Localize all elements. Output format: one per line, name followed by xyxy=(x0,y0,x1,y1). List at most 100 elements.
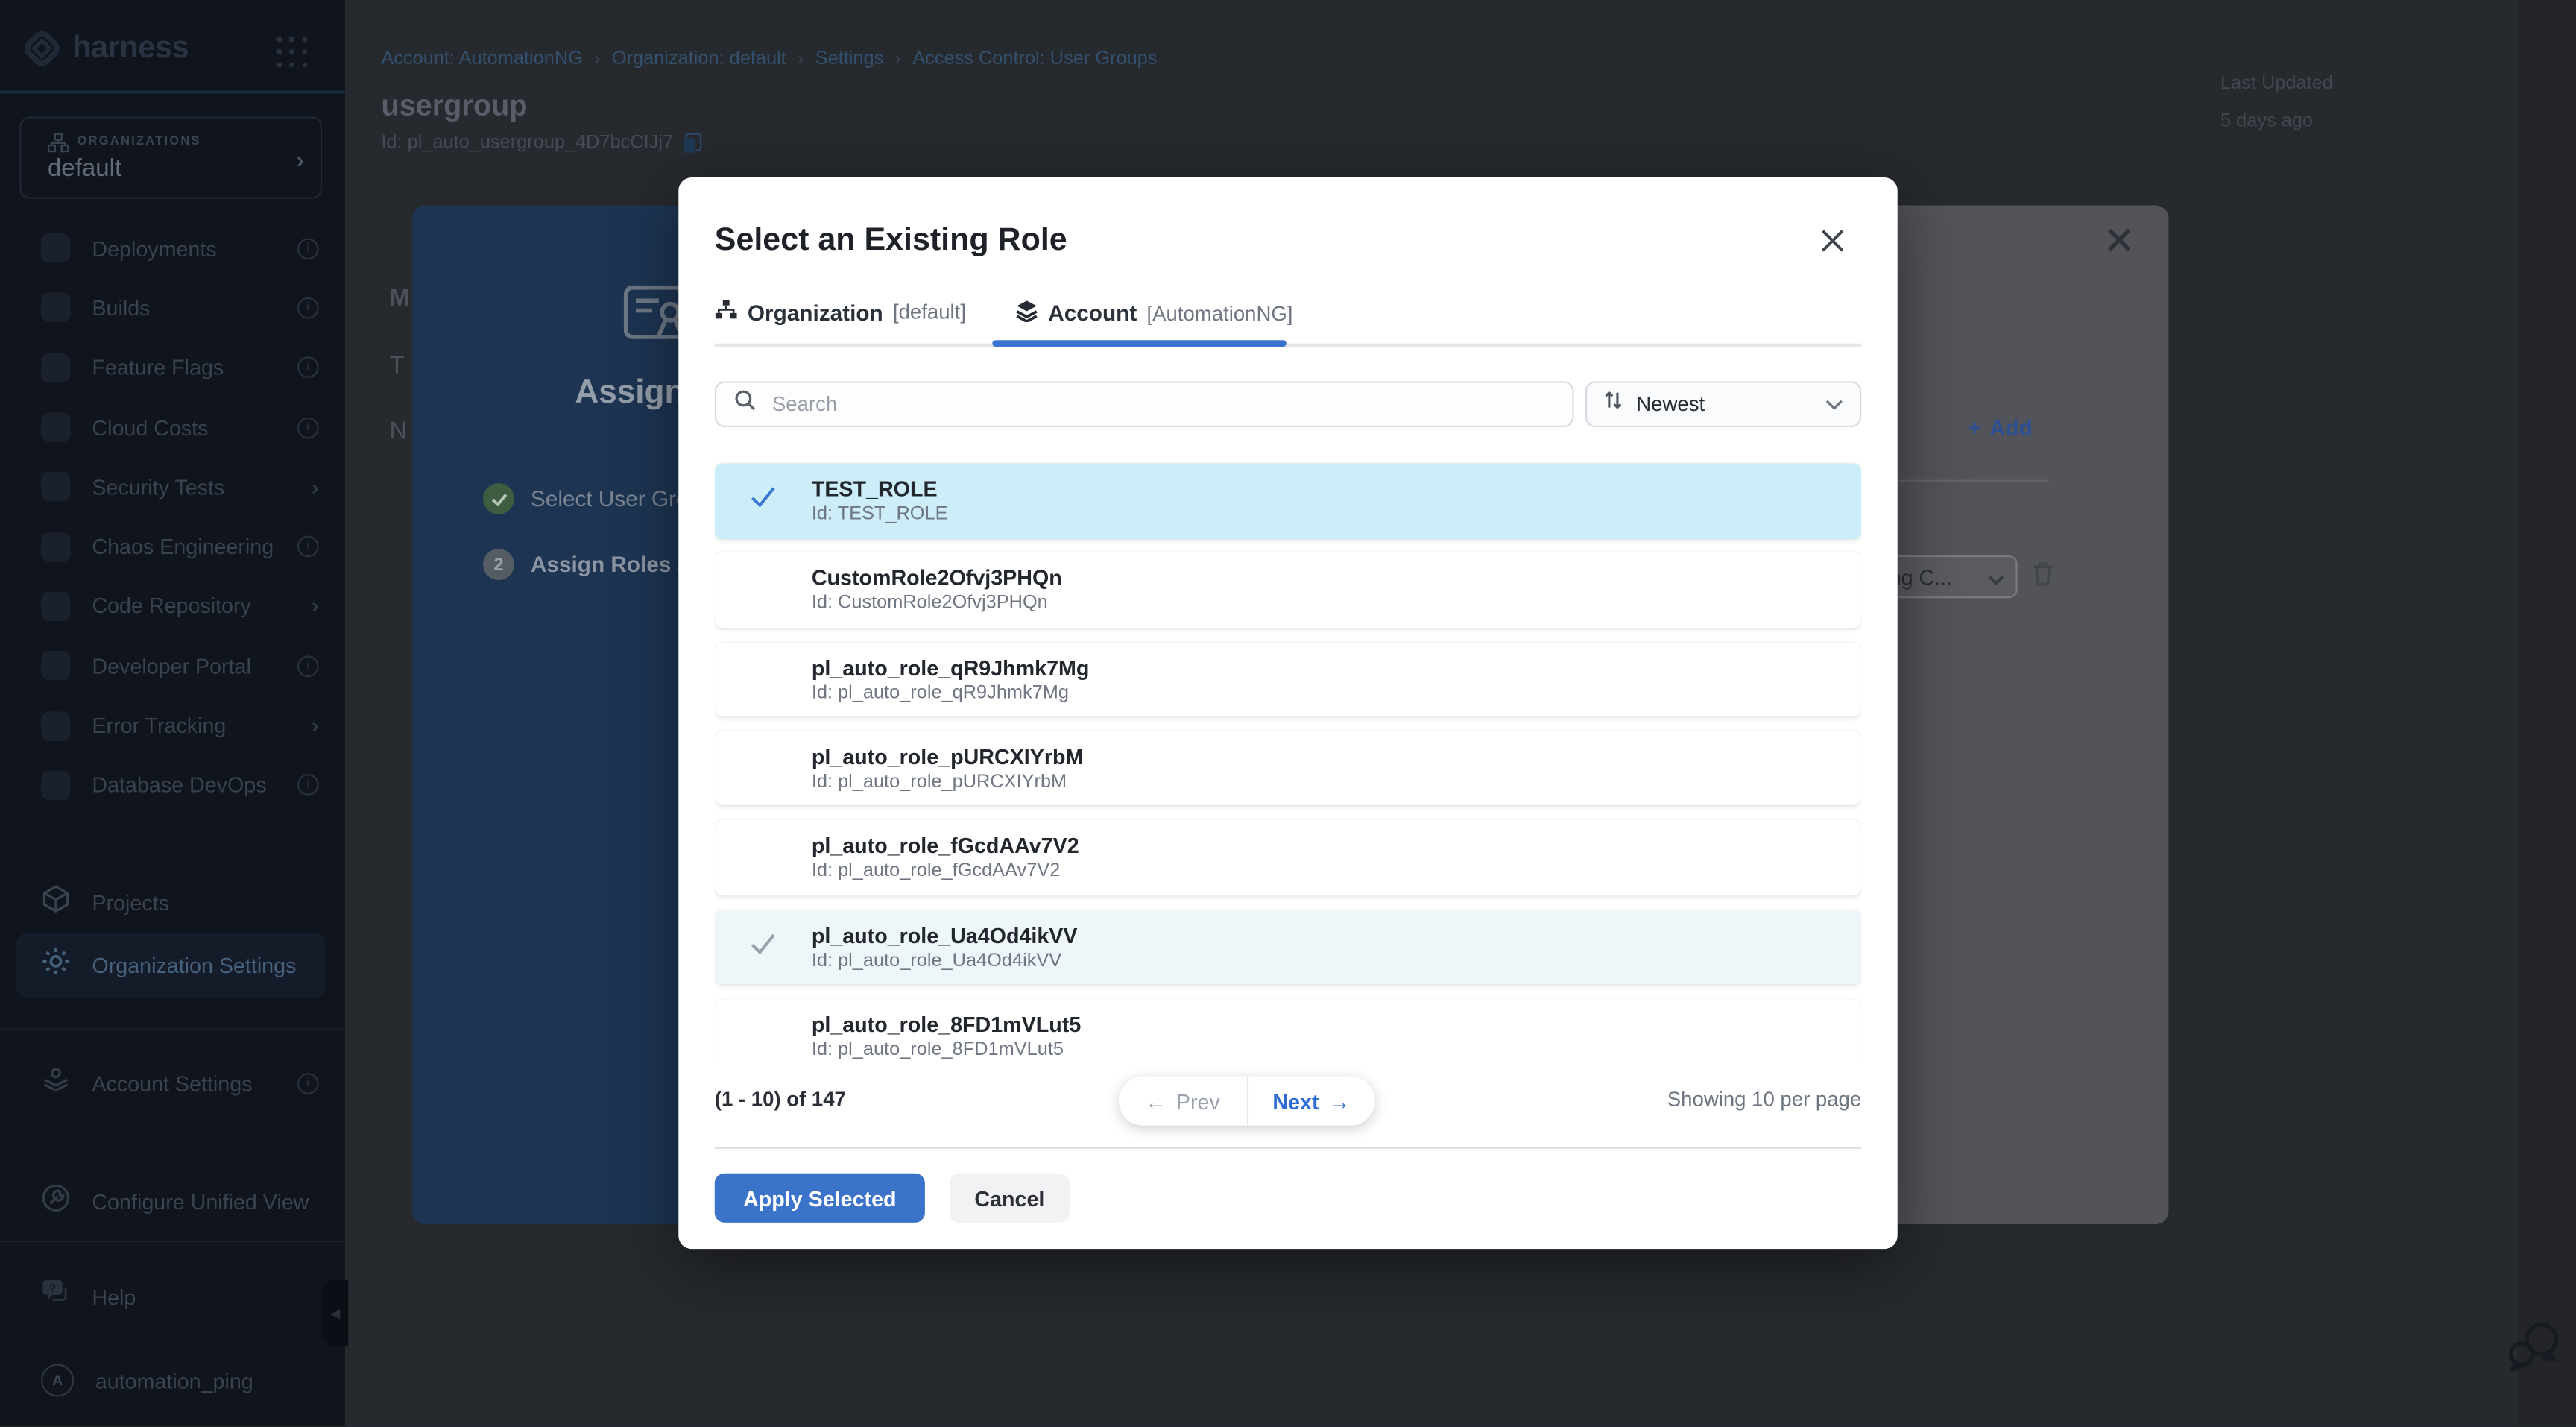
last-updated: Last Updated 5 days ago xyxy=(2220,66,2333,141)
arrow-right-icon: → xyxy=(1329,1089,1351,1113)
svg-text:?: ? xyxy=(49,1282,56,1295)
clipped-text-fragment: T xyxy=(389,352,414,379)
sidebar: harness ORGANIZATIONS default › Deployme… xyxy=(0,0,345,1426)
breadcrumb-account[interactable]: Account: AutomationNG xyxy=(381,49,583,69)
add-role-button[interactable]: + Add xyxy=(1968,416,2032,441)
info-icon[interactable]: i xyxy=(297,536,319,558)
chat-support-icon[interactable] xyxy=(2507,1320,2563,1381)
divider xyxy=(0,1029,345,1030)
chevron-right-icon: › xyxy=(312,714,319,738)
sidebar-item-database-devops[interactable]: Database DevOps i xyxy=(0,755,345,815)
chevron-right-icon: › xyxy=(594,49,600,69)
sidebar-item-developer-portal[interactable]: Developer Portal i xyxy=(0,636,345,696)
cloud-costs-icon xyxy=(41,412,71,442)
info-icon[interactable]: i xyxy=(297,775,319,796)
copy-icon[interactable] xyxy=(683,133,701,153)
wizard-step-2-label: Assign Roles an xyxy=(531,552,703,577)
sidebar-item-cloud-costs[interactable]: Cloud Costs i xyxy=(0,397,345,457)
role-row[interactable]: pl_auto_role_pURCXIYrbM Id: pl_auto_role… xyxy=(715,731,1861,806)
role-row[interactable]: CustomRole2Ofvj3PHQn Id: CustomRole2Ofvj… xyxy=(715,552,1861,627)
search-input[interactable] xyxy=(769,391,1573,418)
breadcrumb: Account: AutomationNG › Organization: defa… xyxy=(381,49,1157,69)
chevron-right-icon: › xyxy=(798,49,804,69)
divider xyxy=(0,90,345,93)
info-icon[interactable]: i xyxy=(297,417,319,438)
last-updated-label: Last Updated xyxy=(2220,66,2333,104)
role-row[interactable]: pl_auto_role_Ua4Od4ikVV Id: pl_auto_role… xyxy=(715,910,1861,984)
role-row[interactable]: pl_auto_role_qR9Jhmk7Mg Id: pl_auto_role… xyxy=(715,642,1861,716)
chevron-down-icon xyxy=(1825,389,1843,419)
sidebar-nav: Deployments i Builds i Feature Flags i C… xyxy=(0,218,345,815)
apply-selected-button[interactable]: Apply Selected xyxy=(715,1174,925,1223)
layers-gear-icon xyxy=(41,1064,71,1102)
org-switcher[interactable]: ORGANIZATIONS default › xyxy=(19,116,322,198)
sidebar-collapse-handle[interactable]: ◀ xyxy=(322,1280,348,1346)
sidebar-item-organization-settings[interactable]: Organization Settings xyxy=(16,933,325,998)
modal-title: Select an Existing Role xyxy=(715,222,1067,260)
last-updated-value: 5 days ago xyxy=(2220,104,2333,142)
gear-icon xyxy=(41,947,71,985)
wizard-step-2[interactable]: 2 Assign Roles an xyxy=(483,549,703,580)
sidebar-item-configure-unified-view[interactable]: Configure Unified View xyxy=(0,1172,345,1231)
sidebar-item-security-tests[interactable]: Security Tests › xyxy=(0,457,345,517)
info-icon[interactable]: i xyxy=(297,297,319,319)
modal-close-icon[interactable] xyxy=(1820,228,1845,253)
org-switcher-label: ORGANIZATIONS xyxy=(78,133,201,148)
layers-icon xyxy=(1015,299,1038,327)
cancel-button[interactable]: Cancel xyxy=(950,1174,1070,1223)
sidebar-item-error-tracking[interactable]: Error Tracking › xyxy=(0,696,345,755)
info-icon[interactable]: i xyxy=(297,238,319,259)
divider xyxy=(715,1147,1861,1148)
check-icon xyxy=(751,486,775,516)
check-icon xyxy=(751,933,775,963)
role-list: TEST_ROLE Id: TEST_ROLE CustomRole2Ofvj3… xyxy=(715,453,1861,1065)
page-title: usergroup xyxy=(381,89,527,123)
next-page-button[interactable]: Next → xyxy=(1248,1077,1375,1126)
step-done-icon xyxy=(483,483,514,514)
sidebar-item-projects[interactable]: Projects xyxy=(0,872,345,931)
module-grid-icon[interactable] xyxy=(276,36,309,69)
info-icon[interactable]: i xyxy=(297,357,319,379)
breadcrumb-settings[interactable]: Settings xyxy=(815,49,884,69)
breadcrumb-access-control[interactable]: Access Control: User Groups xyxy=(912,49,1157,69)
chevron-right-icon: › xyxy=(296,146,303,172)
sidebar-item-help[interactable]: ? Help xyxy=(0,1267,345,1326)
sidebar-item-code-repository[interactable]: Code Repository › xyxy=(0,576,345,636)
info-icon[interactable]: i xyxy=(297,655,319,677)
wizard-step-1[interactable]: Select User Gro xyxy=(483,483,689,514)
breadcrumb-organization[interactable]: Organization: default xyxy=(612,49,786,69)
prev-page-button[interactable]: ← Prev xyxy=(1119,1077,1248,1126)
role-row[interactable]: pl_auto_role_8FD1mVLut5 Id: pl_auto_role… xyxy=(715,999,1861,1065)
arrow-left-icon: ← xyxy=(1145,1089,1167,1113)
divider xyxy=(1873,480,2049,482)
harness-logo[interactable]: harness xyxy=(23,30,189,68)
sidebar-item-chaos-engineering[interactable]: Chaos Engineering i xyxy=(0,517,345,576)
sort-value: Newest xyxy=(1636,393,1812,416)
right-scroll-strip[interactable] xyxy=(2515,0,2576,1426)
chevron-down-icon xyxy=(1988,564,2004,589)
tab-organization[interactable]: Organization [default] xyxy=(715,299,966,325)
dialog-close-icon[interactable] xyxy=(2108,228,2131,251)
step-number: 2 xyxy=(483,549,514,580)
role-row[interactable]: pl_auto_role_fGcdAAv7V2 Id: pl_auto_role… xyxy=(715,820,1861,895)
sidebar-item-builds[interactable]: Builds i xyxy=(0,278,345,338)
pagination-range: (1 - 10) of 147 xyxy=(715,1088,846,1111)
sidebar-item-deployments[interactable]: Deployments i xyxy=(0,218,345,278)
info-icon[interactable]: i xyxy=(297,1072,319,1094)
role-row[interactable]: TEST_ROLE Id: TEST_ROLE xyxy=(715,464,1861,538)
feature-flags-icon xyxy=(41,353,71,382)
per-page-label: Showing 10 per page xyxy=(1667,1088,1861,1111)
trash-icon[interactable] xyxy=(2030,561,2055,595)
sidebar-item-account-settings[interactable]: Account Settings i xyxy=(0,1053,345,1112)
security-tests-icon xyxy=(41,472,71,502)
harness-logo-icon xyxy=(23,30,61,68)
clipped-text-fragment: M xyxy=(389,284,414,312)
sidebar-item-feature-flags[interactable]: Feature Flags i xyxy=(0,338,345,397)
avatar: A xyxy=(41,1364,74,1396)
chaos-engineering-icon xyxy=(41,532,71,561)
sort-dropdown[interactable]: Newest xyxy=(1585,381,1861,427)
search-icon xyxy=(734,389,756,419)
org-switcher-value: default xyxy=(48,154,121,182)
tab-account[interactable]: Account [AutomationNG] xyxy=(1015,299,1292,327)
sidebar-user[interactable]: A automation_ping xyxy=(0,1351,345,1410)
